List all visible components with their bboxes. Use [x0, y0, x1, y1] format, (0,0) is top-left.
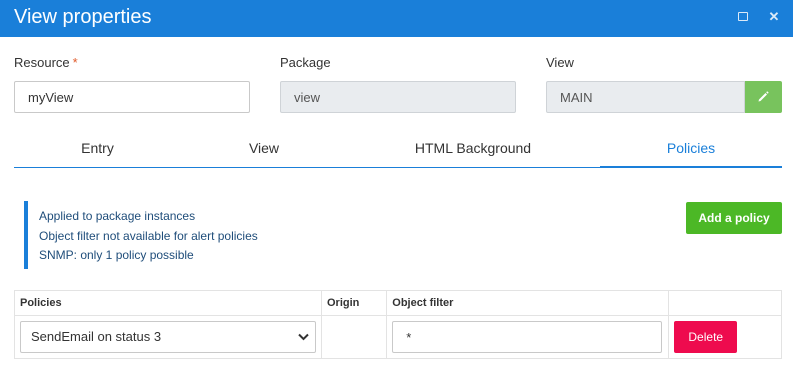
maximize-icon[interactable] [736, 10, 750, 24]
object-filter-input[interactable] [392, 321, 663, 353]
resource-input[interactable] [14, 81, 250, 113]
header-object-filter: Object filter [386, 290, 670, 316]
header-actions [668, 290, 782, 316]
object-filter-cell [386, 315, 670, 359]
table-row: SendEmail on status 3 Delete [14, 315, 782, 359]
add-policy-button[interactable]: Add a policy [686, 202, 782, 234]
info-box: Applied to package instances Object filt… [24, 201, 373, 269]
window-title: View properties [14, 6, 152, 28]
header-policies: Policies [14, 290, 322, 316]
edit-view-button[interactable] [745, 81, 782, 113]
info-line: SNMP: only 1 policy possible [39, 248, 194, 262]
policy-select[interactable]: SendEmail on status 3 [20, 321, 316, 353]
header-origin: Origin [320, 290, 388, 316]
info-line: Object filter not available for alert po… [39, 228, 258, 243]
view-input [546, 81, 745, 113]
actions-cell: Delete [668, 315, 782, 359]
tab-view[interactable]: View [181, 130, 347, 168]
title-bar: View properties ✕ [0, 0, 793, 37]
chevron-down-icon [298, 333, 309, 341]
pencil-icon [758, 91, 769, 102]
close-icon[interactable]: ✕ [767, 10, 781, 24]
package-label: Package [280, 55, 331, 70]
tab-entry[interactable]: Entry [14, 130, 181, 168]
resource-label: Resource * [14, 55, 78, 70]
policy-select-value: SendEmail on status 3 [31, 329, 162, 344]
required-mark: * [72, 55, 78, 70]
policies-table: Policies Origin Object filter SendEmail … [14, 290, 782, 359]
policy-cell: SendEmail on status 3 [14, 315, 322, 359]
view-label: View [546, 55, 574, 70]
table-header-row: Policies Origin Object filter [14, 290, 782, 316]
tab-html-background[interactable]: HTML Background [347, 130, 599, 168]
tab-bar: Entry View HTML Background Policies [14, 130, 782, 168]
package-input [280, 81, 516, 113]
tab-policies[interactable]: Policies [600, 130, 782, 168]
origin-cell [320, 315, 388, 359]
delete-button[interactable]: Delete [674, 321, 738, 353]
info-line: Applied to package instances [39, 209, 196, 223]
